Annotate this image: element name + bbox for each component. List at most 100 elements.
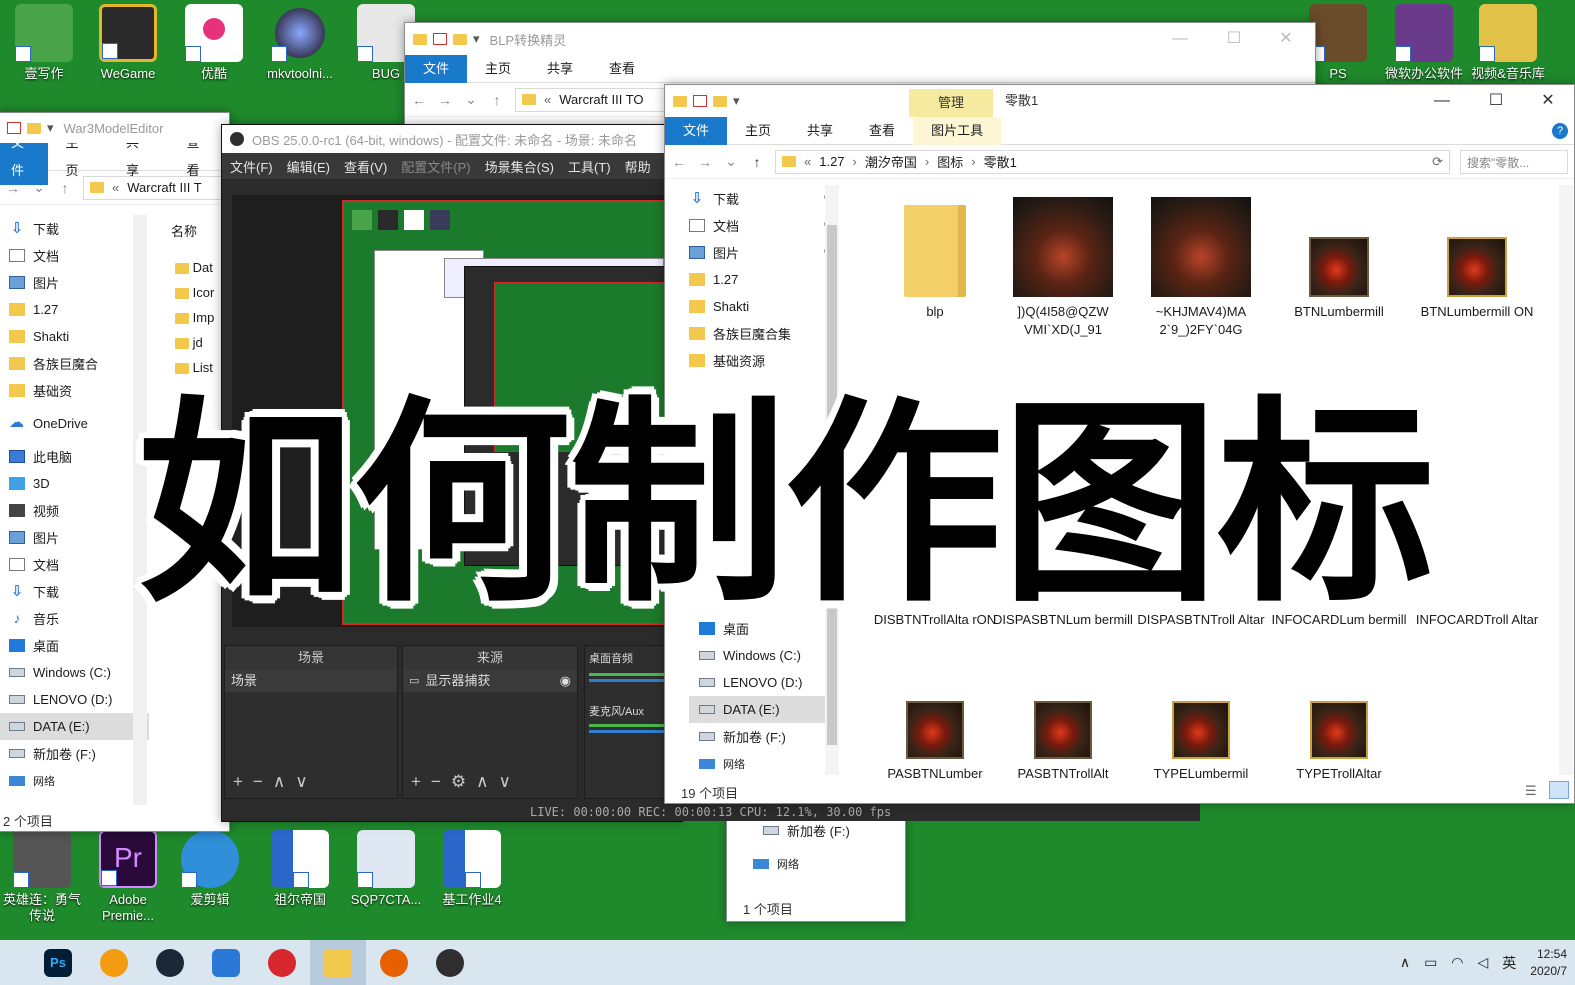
tab-picture-tools[interactable]: 图片工具 bbox=[913, 116, 1002, 145]
file-item[interactable]: TYPELumbermil bbox=[1131, 701, 1271, 783]
file-item[interactable]: blp bbox=[865, 197, 1005, 321]
close-icon[interactable]: ✕ bbox=[1263, 23, 1309, 55]
nav-item-folder[interactable]: 1.27 bbox=[0, 296, 149, 323]
desktop-icon-writing[interactable]: 壹写作 bbox=[2, 4, 86, 82]
up-arrow-icon[interactable]: ↑ bbox=[489, 92, 505, 108]
taskbar-app-4[interactable] bbox=[198, 940, 254, 985]
minimize-icon[interactable]: — bbox=[1157, 23, 1203, 55]
file-item[interactable]: ])Q(4I58@QZW VMI`XD(J_91 bbox=[993, 197, 1133, 339]
chevron-up-icon[interactable]: ∧ bbox=[1400, 954, 1410, 971]
maximize-icon[interactable]: ☐ bbox=[1473, 85, 1519, 117]
breadcrumb-item[interactable]: 1.27 bbox=[819, 154, 844, 169]
nav-item-network[interactable]: 网络 bbox=[0, 767, 149, 794]
tab-manage[interactable]: 管理 bbox=[909, 89, 993, 117]
chevron-down-icon[interactable]: ⌄ bbox=[31, 179, 47, 196]
file-item[interactable]: BTNLumbermill ON bbox=[1407, 197, 1547, 321]
menu-profile[interactable]: 配置文件(P) bbox=[401, 157, 470, 176]
desktop-icon-aijianji[interactable]: 爱剪辑 bbox=[168, 830, 252, 908]
chevron-down-icon[interactable]: ⌄ bbox=[723, 153, 739, 170]
nav-item[interactable]: 网络 bbox=[727, 850, 905, 877]
close-icon[interactable]: ✕ bbox=[1525, 85, 1571, 117]
large-icons-view-icon[interactable] bbox=[1549, 781, 1569, 799]
nav-item-drive-e[interactable]: DATA (E:) bbox=[689, 696, 835, 723]
taskbar-app-2[interactable] bbox=[86, 940, 142, 985]
nav-item-drive-f[interactable]: 新加卷 (F:) bbox=[689, 723, 835, 750]
search-input[interactable]: 搜索"零散... bbox=[1460, 149, 1568, 174]
taskbar-firefox[interactable] bbox=[366, 940, 422, 985]
wifi-icon[interactable]: ◠ bbox=[1451, 954, 1463, 971]
file-item[interactable]: PASBTNLumber bbox=[865, 701, 1005, 783]
source-item[interactable]: ▭ 显示器捕获 ◉ bbox=[403, 670, 577, 692]
desktop-icon-word-doc-1[interactable]: 祖尔帝国 bbox=[258, 830, 342, 908]
nav-item-drive-e[interactable]: DATA (E:) bbox=[0, 713, 149, 740]
nav-item[interactable]: 新加卷 (F:) bbox=[727, 817, 905, 844]
list-item[interactable]: Icor bbox=[175, 280, 214, 305]
menu-edit[interactable]: 编辑(E) bbox=[287, 157, 330, 176]
tab-home[interactable]: 主页 bbox=[467, 55, 529, 83]
details-view-icon[interactable]: ☰ bbox=[1525, 783, 1537, 799]
desktop-icon-premiere[interactable]: Pr Adobe Premie... bbox=[86, 830, 170, 924]
input-method-indicator[interactable]: 英 bbox=[1502, 953, 1516, 973]
desktop-icon-wegame[interactable]: WeGame bbox=[86, 4, 170, 82]
file-item[interactable]: BTNLumbermill bbox=[1269, 197, 1409, 321]
forward-arrow-icon[interactable]: → bbox=[697, 154, 713, 170]
source-controls[interactable]: +−⚙∧∨ bbox=[411, 772, 521, 792]
nav-item-drive-d[interactable]: LENOVO (D:) bbox=[689, 669, 835, 696]
clock[interactable]: 12:54 2020/7 bbox=[1530, 946, 1567, 980]
taskbar-photoshop[interactable]: Ps bbox=[30, 940, 86, 985]
tab-file[interactable]: 文件 bbox=[665, 116, 728, 145]
minimize-icon[interactable]: — bbox=[1419, 85, 1465, 117]
nav-item-drive-c[interactable]: Windows (C:) bbox=[0, 659, 149, 686]
address-bar[interactable]: «Warcraft III T bbox=[83, 175, 223, 200]
content-scrollbar[interactable] bbox=[1559, 185, 1573, 775]
nav-item-drive-d[interactable]: LENOVO (D:) bbox=[0, 686, 149, 713]
forward-arrow-icon[interactable]: → bbox=[5, 180, 21, 196]
file-item[interactable]: TYPETrollAltar bbox=[1269, 701, 1409, 783]
list-item[interactable]: Dat bbox=[175, 255, 214, 280]
forward-arrow-icon[interactable]: → bbox=[437, 92, 453, 108]
scene-item[interactable]: 场景 bbox=[225, 670, 397, 692]
file-item[interactable]: PASBTNTrollAlt bbox=[993, 701, 1133, 783]
taskbar-file-explorer[interactable] bbox=[310, 940, 366, 985]
nav-item-folder[interactable]: 1.27 bbox=[679, 266, 839, 293]
taskbar-obs[interactable] bbox=[422, 940, 478, 985]
nav-item-drive-f[interactable]: 新加卷 (F:) bbox=[0, 740, 149, 767]
tab-file[interactable]: 文件 bbox=[405, 54, 468, 83]
nav-item-folder[interactable]: Shakti bbox=[679, 293, 839, 320]
tab-home[interactable]: 主页 bbox=[727, 117, 789, 145]
breadcrumb-item[interactable]: 图标 bbox=[937, 152, 963, 171]
nav-item-documents[interactable]: 文档⚲ bbox=[0, 242, 149, 269]
up-arrow-icon[interactable]: ↑ bbox=[749, 154, 765, 170]
desktop-icon-youku[interactable]: 优酷 bbox=[172, 4, 256, 82]
column-header-name[interactable]: 名称 bbox=[171, 221, 197, 240]
tab-view[interactable]: 查看 bbox=[591, 55, 653, 83]
back-arrow-icon[interactable]: ← bbox=[411, 92, 427, 108]
tab-share[interactable]: 共享 bbox=[789, 117, 851, 145]
desktop-icon-office[interactable]: 微软办公软件 bbox=[1382, 4, 1466, 82]
refresh-icon[interactable]: ⟳ bbox=[1432, 154, 1443, 170]
desktop-icon-photo[interactable]: SQP7CTA... bbox=[344, 830, 428, 908]
taskbar-netease-music[interactable] bbox=[254, 940, 310, 985]
menu-tools[interactable]: 工具(T) bbox=[568, 157, 611, 176]
tab-view[interactable]: 查看 bbox=[851, 117, 913, 145]
help-icon[interactable]: ? bbox=[1552, 122, 1568, 139]
nav-item-pictures[interactable]: 图片⚲ bbox=[0, 269, 149, 296]
taskbar-steam[interactable] bbox=[142, 940, 198, 985]
start-button[interactable] bbox=[0, 940, 30, 985]
nav-item-network[interactable]: 网络 bbox=[689, 750, 835, 777]
menu-view[interactable]: 查看(V) bbox=[344, 157, 387, 176]
maximize-icon[interactable]: ☐ bbox=[1211, 23, 1257, 55]
menu-file[interactable]: 文件(F) bbox=[230, 157, 273, 176]
chevron-down-icon[interactable]: ⌄ bbox=[463, 91, 479, 108]
breadcrumb[interactable]: « 1.27 › 潮汐帝国 › 图标 › 零散1 ⟳ bbox=[775, 149, 1450, 174]
nav-item-downloads[interactable]: ⇩下载⚲ bbox=[679, 185, 839, 212]
nav-item-drive-c[interactable]: Windows (C:) bbox=[689, 642, 835, 669]
desktop-icon-company-of-heroes[interactable]: 英雄连：勇气传说 bbox=[0, 830, 84, 924]
eye-icon[interactable]: ◉ bbox=[560, 670, 571, 692]
up-arrow-icon[interactable]: ↑ bbox=[57, 180, 73, 196]
nav-item-desktop[interactable]: 桌面 bbox=[0, 632, 149, 659]
nav-item-pictures[interactable]: 图片⚲ bbox=[679, 239, 839, 266]
nav-item-downloads[interactable]: ⇩下载⚲ bbox=[0, 215, 149, 242]
back-arrow-icon[interactable]: ← bbox=[671, 154, 687, 170]
breadcrumb-item[interactable]: 零散1 bbox=[984, 152, 1017, 171]
